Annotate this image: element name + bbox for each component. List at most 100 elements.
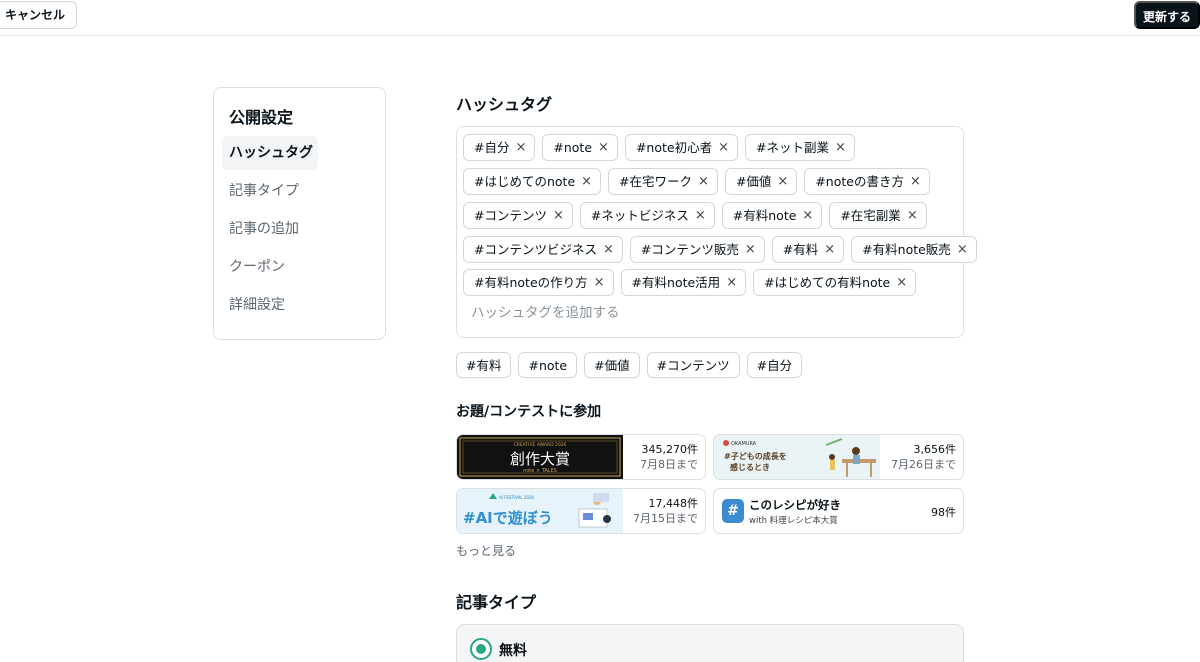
remove-tag-icon[interactable]: ×: [802, 203, 813, 228]
update-button[interactable]: 更新する: [1134, 1, 1200, 29]
hashtag-label: #有料note: [732, 208, 797, 223]
hashtag-chip: #有料 ×: [771, 236, 845, 263]
hashtag-chip: #有料note販売 ×: [851, 236, 977, 263]
remove-tag-icon[interactable]: ×: [515, 135, 526, 160]
ai-play-banner: AI FESTIVAL 2026 #AIで遊ぼう: [457, 489, 623, 533]
suggested-hashtag[interactable]: #コンテンツ: [646, 352, 740, 378]
remove-tag-icon[interactable]: ×: [598, 135, 609, 160]
remove-tag-icon[interactable]: ×: [910, 169, 921, 194]
sidenav-title: 公開設定: [229, 108, 294, 127]
hashtag-chip: #在宅副業 ×: [829, 202, 927, 229]
article-type-label: 無料: [499, 643, 527, 659]
hashtag-chip: #コンテンツ販売 ×: [629, 236, 765, 263]
hashtag-label: #有料note販売: [862, 242, 951, 257]
hashtag-label: #有料noteの作り方: [474, 275, 588, 290]
cancel-button[interactable]: キャンセル: [0, 1, 78, 29]
remove-tag-icon[interactable]: ×: [745, 237, 756, 262]
hashtag-label: #コンテンツ: [474, 208, 547, 223]
contest-deadline: 7月15日まで: [633, 512, 698, 525]
sidenav-item-add-article[interactable]: 記事の追加: [222, 212, 318, 246]
suggested-hashtag[interactable]: #note: [518, 352, 578, 378]
tag-row: #はじめてのnote × #在宅ワーク × #価値 × #noteの書き方 ×: [463, 168, 930, 195]
hashtag-heading: ハッシュタグ: [456, 95, 553, 114]
remove-tag-icon[interactable]: ×: [777, 169, 788, 194]
tag-row: #コンテンツ × #ネットビジネス × #有料note × #在宅副業 ×: [463, 202, 927, 229]
remove-tag-icon[interactable]: ×: [581, 169, 592, 194]
hashtag-label: #はじめてのnote: [474, 174, 576, 189]
hashtag-chip: #有料note ×: [721, 202, 823, 229]
remove-tag-icon[interactable]: ×: [824, 237, 835, 262]
contest-card-child-growth[interactable]: OKAMURA #子どもの成長を 感じるとき 3,656件 7月26日まで: [713, 434, 964, 480]
contest-meta: 3,656件 7月26日まで: [891, 442, 956, 472]
contest-meta: 345,270件 7月8日まで: [640, 442, 698, 472]
child-growth-banner: OKAMURA #子どもの成長を 感じるとき: [714, 435, 880, 479]
remove-tag-icon[interactable]: ×: [553, 203, 564, 228]
hashtag-chip: #noteの書き方 ×: [804, 168, 930, 195]
top-bar: キャンセル 更新する: [0, 0, 1200, 36]
banner-title: #AIで遊ぼう: [463, 509, 553, 527]
banner-title-line2: 感じるとき: [730, 462, 770, 472]
remove-tag-icon[interactable]: ×: [726, 270, 737, 295]
creative-award-banner: CREATIVE AWARD 2026 創作大賞 note × TALES: [457, 435, 623, 479]
remove-tag-icon[interactable]: ×: [594, 270, 605, 295]
sidenav-item-coupon[interactable]: クーポン: [222, 250, 318, 284]
suggested-hashtag[interactable]: #自分: [746, 352, 803, 378]
hashtag-label: #ネットビジネス: [590, 208, 689, 223]
remove-tag-icon[interactable]: ×: [835, 135, 846, 160]
hashtag-label: #はじめての有料note: [764, 275, 891, 290]
hashtag-chip: #note初心者 ×: [624, 134, 738, 161]
sidenav-item-article-type[interactable]: 記事タイプ: [222, 174, 318, 208]
banner-title-line1: #子どもの成長を: [724, 451, 787, 461]
contest-count: 17,448件: [648, 497, 699, 510]
hashtag-label: #ネット副業: [755, 140, 829, 155]
contest-card-recipe[interactable]: # このレシピが好き with 料理レシピ本大賞 98件: [713, 488, 964, 534]
hashtag-chip: #はじめての有料note ×: [753, 269, 917, 296]
hashtag-label: #有料: [782, 242, 819, 257]
banner-brand: OKAMURA: [731, 441, 757, 447]
remove-tag-icon[interactable]: ×: [718, 135, 729, 160]
radio-selected-icon[interactable]: [470, 638, 492, 660]
remove-tag-icon[interactable]: ×: [698, 169, 709, 194]
contest-subtitle: with 料理レシピ本大賞: [749, 516, 838, 526]
suggested-hashtag[interactable]: #価値: [584, 352, 640, 378]
hashtag-chip: #note ×: [542, 134, 618, 161]
hashtag-chip: #コンテンツ ×: [463, 202, 573, 229]
hashtag-label: #価値: [735, 174, 772, 189]
settings-sidenav: 公開設定 ハッシュタグ 記事タイプ 記事の追加 クーポン 詳細設定: [213, 87, 386, 340]
contest-card-ai-play[interactable]: AI FESTIVAL 2026 #AIで遊ぼう 17,448件 7月15日まで: [456, 488, 706, 534]
hashtag-box: #自分 × #note × #note初心者 × #ネット副業 × #はじめてのnote…: [456, 126, 977, 338]
hashtag-chip: #はじめてのnote ×: [463, 168, 602, 195]
contest-count: 98件: [931, 506, 956, 519]
hashtag-label: #コンテンツビジネス: [474, 242, 597, 257]
hashtag-label: #コンテンツ販売: [640, 242, 739, 257]
contest-card-creative-award[interactable]: CREATIVE AWARD 2026 創作大賞 note × TALES 34…: [456, 434, 706, 480]
article-type-heading: 記事タイプ: [456, 593, 537, 612]
sidenav-item-advanced[interactable]: 詳細設定: [222, 288, 318, 322]
contest-heading: お題/コンテストに参加: [456, 404, 602, 420]
hashtag-chip: #ネットビジネス ×: [579, 202, 715, 229]
remove-tag-icon[interactable]: ×: [907, 203, 918, 228]
hashtag-input[interactable]: [471, 305, 931, 321]
article-type-option-free[interactable]: 無料: [456, 624, 964, 662]
remove-tag-icon[interactable]: ×: [695, 203, 706, 228]
contest-deadline: 7月8日まで: [640, 458, 698, 471]
hashtag-icon: #: [722, 499, 744, 523]
hashtag-label: #有料note活用: [631, 275, 721, 290]
hashtag-label: #noteの書き方: [815, 174, 904, 189]
hashtag-chip: #コンテンツビジネス ×: [463, 236, 623, 263]
hashtag-chip: #在宅ワーク ×: [608, 168, 718, 195]
tag-row: #コンテンツビジネス × #コンテンツ販売 × #有料 × #有料note販売 ×: [463, 236, 977, 263]
remove-tag-icon[interactable]: ×: [957, 237, 968, 262]
hashtag-chip: #有料noteの作り方 ×: [463, 269, 614, 296]
remove-tag-icon[interactable]: ×: [603, 237, 614, 262]
suggested-hashtag[interactable]: #有料: [456, 352, 512, 378]
hashtag-chip: #ネット副業 ×: [744, 134, 855, 161]
hashtag-label: #note: [553, 140, 593, 155]
sidenav-item-hashtag[interactable]: ハッシュタグ: [222, 136, 318, 170]
hashtag-chip: #価値 ×: [724, 168, 798, 195]
contest-title: このレシピが好き: [749, 498, 841, 512]
more-contests-link[interactable]: もっと見る: [456, 542, 516, 559]
remove-tag-icon[interactable]: ×: [896, 270, 907, 295]
hashtag-chip: #有料note活用 ×: [620, 269, 747, 296]
hashtag-label: #note初心者: [635, 140, 713, 155]
